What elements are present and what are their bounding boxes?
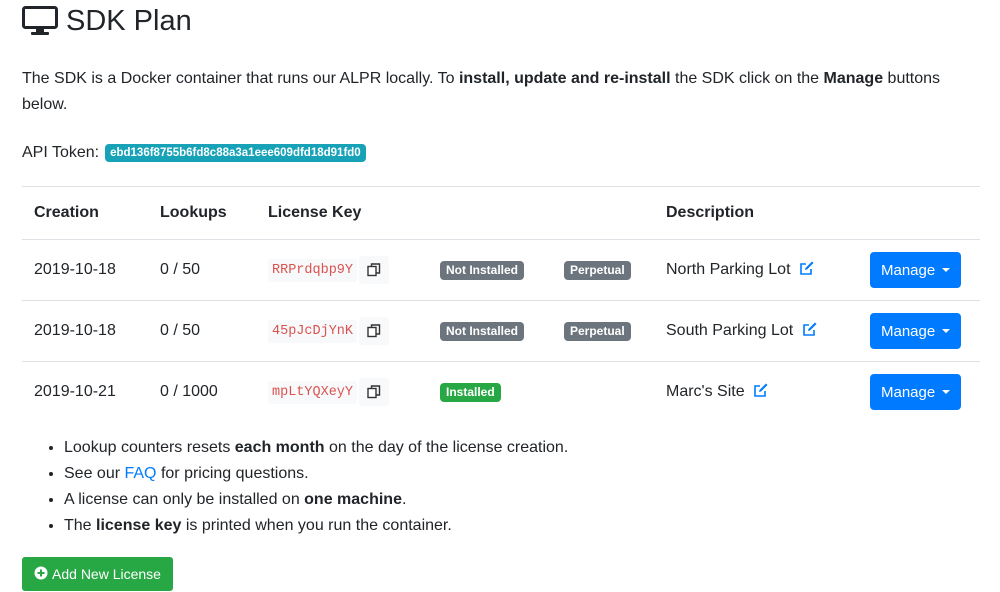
lookups-cell: 0 / 50 (160, 261, 201, 278)
license-key-cell: 45pJcDjYnK (256, 300, 428, 362)
caret-down-icon (942, 268, 951, 272)
manage-label: Manage (881, 322, 936, 340)
type-cell: Perpetual (552, 300, 654, 362)
license-key-cell: mpLtYQXeyY (256, 361, 428, 422)
description-text: South Parking Lot (666, 321, 794, 339)
manage-button[interactable]: Manage (870, 374, 962, 410)
col-description: Description (654, 186, 858, 240)
manage-label: Manage (881, 383, 936, 401)
list-item: Lookup counters resets each month on the… (64, 435, 568, 461)
license-key[interactable]: RRPrdqbp9Y (268, 258, 358, 282)
intro-part: The SDK is a Docker container that runs … (22, 70, 459, 87)
monitor-icon (22, 6, 58, 36)
note-bold: each month (234, 439, 325, 456)
status-badge: Installed (440, 382, 501, 402)
description-text: North Parking Lot (666, 260, 791, 278)
copy-icon[interactable] (359, 256, 390, 284)
note-text: is printed when you run the container. (181, 517, 452, 534)
license-key[interactable]: mpLtYQXeyY (268, 380, 358, 404)
page-header: SDK Plan (22, 4, 192, 38)
license-key-group: 45pJcDjYnK (268, 317, 390, 345)
actions-cell: Manage (858, 300, 980, 362)
type-badge: Perpetual (564, 321, 631, 341)
note-text: See our (64, 465, 125, 482)
intro-part: the SDK click on the (670, 70, 824, 87)
table-row: 2019-10-21 0 / 1000 mpLtYQXeyY Installed… (22, 361, 980, 422)
description-cell: Marc's Site (654, 361, 858, 422)
list-item: See our FAQ for pricing questions. (64, 461, 568, 487)
note-bold: one machine (304, 491, 402, 508)
type-cell: Perpetual (552, 240, 654, 301)
status-cell: Not Installed (428, 300, 552, 362)
license-table: Creation Lookups License Key Description… (22, 186, 980, 422)
page-title: SDK Plan (66, 5, 192, 37)
table-row: 2019-10-18 0 / 50 45pJcDjYnK Not Install… (22, 300, 980, 362)
caret-down-icon (942, 329, 951, 333)
license-key[interactable]: 45pJcDjYnK (268, 319, 358, 343)
note-text: A license can only be installed on (64, 491, 305, 508)
actions-cell: Manage (858, 361, 980, 422)
lookups-cell: 0 / 50 (148, 300, 256, 362)
caret-down-icon (942, 390, 951, 394)
status-cell: Not Installed (428, 240, 552, 301)
table-header-row: Creation Lookups License Key Description (22, 186, 980, 240)
lookups-cell: 0 / 1000 (148, 361, 256, 422)
creation-cell: 2019-10-18 (34, 261, 116, 278)
note-text: . (401, 491, 407, 508)
copy-icon[interactable] (359, 317, 390, 345)
add-new-license-button[interactable]: Add New License (22, 557, 173, 591)
note-text: for pricing questions. (156, 465, 309, 482)
api-token-row: API Token: ebd136f8755b6fd8c88a3a1eee609… (22, 144, 366, 162)
intro-bold: Manage (823, 70, 884, 87)
plus-circle-icon (34, 566, 52, 583)
copy-icon[interactable] (359, 378, 390, 406)
list-item: A license can only be installed on one m… (64, 487, 568, 513)
creation-cell: 2019-10-18 (22, 300, 148, 362)
edit-icon[interactable] (802, 321, 818, 342)
license-key-group: RRPrdqbp9Y (268, 256, 390, 284)
creation-cell: 2019-10-21 (22, 361, 148, 422)
manage-label: Manage (881, 261, 936, 279)
status-badge: Not Installed (440, 260, 525, 280)
table-row: 2019-10-18 0 / 50 RRPrdqbp9Y Not Install… (22, 240, 980, 301)
col-lookups: Lookups (148, 186, 256, 240)
note-text: on the day of the license creation. (324, 439, 569, 456)
col-actions (858, 186, 980, 240)
col-status (428, 186, 552, 240)
add-new-license-label: Add New License (52, 566, 161, 582)
status-cell: Installed (428, 361, 552, 422)
description-cell: North Parking Lot (654, 240, 858, 301)
edit-icon[interactable] (753, 382, 769, 403)
description-text: Marc's Site (666, 382, 745, 400)
license-key-cell: RRPrdqbp9Y (256, 240, 428, 301)
col-creation: Creation (22, 186, 148, 240)
note-bold: license key (96, 517, 182, 534)
description-cell: South Parking Lot (654, 300, 858, 362)
api-token-badge[interactable]: ebd136f8755b6fd8c88a3a1eee609dfd18d91fd0 (105, 144, 366, 162)
status-badge: Not Installed (440, 321, 525, 341)
intro-bold: install, update and re-install (458, 70, 671, 87)
note-text: Lookup counters resets (64, 439, 235, 456)
list-item: The license key is printed when you run … (64, 513, 568, 539)
faq-link[interactable]: FAQ (124, 465, 156, 482)
edit-icon[interactable] (799, 260, 815, 281)
notes-list: Lookup counters resets each month on the… (22, 435, 568, 539)
type-cell (552, 361, 654, 422)
manage-button[interactable]: Manage (870, 252, 962, 288)
actions-cell: Manage (858, 240, 980, 301)
type-badge: Perpetual (564, 260, 631, 280)
manage-button[interactable]: Manage (870, 313, 962, 349)
intro-text: The SDK is a Docker container that runs … (22, 66, 952, 118)
col-license-key: License Key (256, 186, 428, 240)
col-type (552, 186, 654, 240)
note-text: The (64, 517, 97, 534)
license-key-group: mpLtYQXeyY (268, 378, 390, 406)
api-token-label: API Token: (22, 144, 100, 161)
